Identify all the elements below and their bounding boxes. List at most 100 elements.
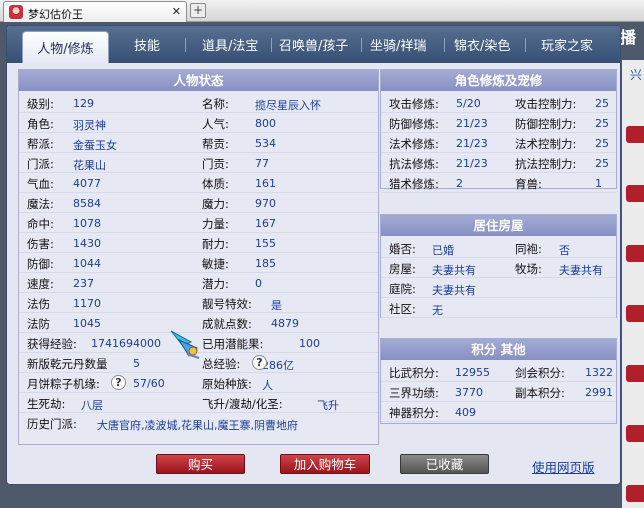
add-to-cart-button[interactable]: 加入购物车 — [280, 454, 370, 474]
cultivation-value: 25 — [595, 137, 609, 150]
browser-tab[interactable]: 梦幻估价王 ✕ — [3, 1, 187, 22]
tab-skills[interactable]: 技能 — [134, 35, 160, 54]
status-label: 新版乾元丹数量 — [27, 357, 108, 371]
cultivation-row: 猎术修炼: 2 育兽: 1 — [381, 173, 616, 193]
points-row: 比武积分: 12955 剑会积分: 1322 — [381, 362, 616, 382]
cultivation-label: 攻击修炼: — [389, 97, 439, 111]
wing-fairy-icon — [170, 330, 200, 359]
status-label: 魔法: — [27, 197, 54, 211]
tab-items[interactable]: 道具/法宝 — [202, 35, 258, 54]
tab-outfits[interactable]: 锦衣/染色 — [454, 35, 510, 54]
status-value: 金蚕玉女 — [73, 139, 117, 152]
points-value: 1322 — [585, 366, 613, 379]
points-label: 剑会积分: — [515, 366, 565, 380]
browser-tab-title: 梦幻估价王 — [28, 8, 83, 21]
status-label: 敏捷: — [202, 257, 229, 271]
house-label: 婚否: — [389, 242, 416, 256]
cultivation-panel: 角色修炼及宠修 攻击修炼: 5/20 攻击控制力: 25 防御修炼: 21/23 防御控制力… — [380, 69, 617, 193]
status-value: 800 — [255, 117, 276, 130]
history-label: 历史门派: — [27, 417, 77, 431]
cultivation-value: 5/20 — [456, 97, 481, 110]
house-value: 夫妻共有 — [559, 264, 603, 277]
house-value: 夫妻共有 — [432, 264, 476, 277]
house-row: 房屋: 夫妻共有 牧场: 夫妻共有 — [381, 258, 616, 278]
background-buy-button[interactable] — [626, 485, 644, 502]
help-icon[interactable]: ? — [252, 355, 267, 370]
collected-button[interactable]: 已收藏 — [400, 454, 489, 474]
status-value: 185 — [255, 257, 276, 270]
status-label: 月饼粽子机缘: — [27, 377, 100, 391]
status-value: 1741694000 — [91, 337, 161, 350]
points-value: 3770 — [455, 386, 483, 399]
cultivation-label: 抗法修炼: — [389, 157, 439, 171]
tab-divider — [185, 38, 186, 52]
help-icon[interactable]: ? — [111, 375, 126, 390]
status-value: 1044 — [73, 257, 101, 270]
cultivation-label: 攻击控制力: — [515, 97, 577, 111]
status-label: 法防 — [27, 317, 50, 331]
background-buy-button[interactable] — [626, 245, 644, 262]
status-row: 防御: 1044 敏捷: 185 — [19, 253, 378, 273]
status-label: 原始种族: — [202, 377, 252, 391]
history-value: 大唐官府,凌波城,花果山,魔王寨,阴曹地府 — [97, 419, 298, 432]
status-row: 生死劫: 八层 飞升/渡劫/化圣: 飞升 — [19, 393, 378, 413]
tab-pets[interactable]: 召唤兽/孩子 — [279, 35, 348, 54]
status-label: 力量: — [202, 217, 229, 231]
status-value: 羽灵神 — [73, 119, 106, 132]
background-buy-button[interactable] — [626, 126, 644, 143]
status-label: 已用潜能果: — [202, 337, 264, 351]
status-label: 成就点数: — [202, 317, 252, 331]
status-value: 1078 — [73, 217, 101, 230]
house-label: 社区: — [389, 302, 416, 316]
status-value: 花果山 — [73, 159, 106, 172]
status-label: 飞升/渡劫/化圣: — [202, 397, 283, 411]
background-buy-button[interactable] — [626, 185, 644, 202]
status-value: 1430 — [73, 237, 101, 250]
status-row: 气血: 4077 体质: 161 — [19, 173, 378, 193]
status-label: 潜力: — [202, 277, 229, 291]
house-value: 夫妻共有 — [432, 284, 476, 297]
status-value: 167 — [255, 217, 276, 230]
status-value: 8584 — [73, 197, 101, 210]
house-value: 已婚 — [432, 244, 454, 257]
cultivation-label: 法术修炼: — [389, 137, 439, 151]
web-version-link[interactable]: 使用网页版 — [532, 457, 595, 476]
tab-player-home[interactable]: 玩家之家 — [541, 35, 593, 54]
status-value: 970 — [255, 197, 276, 210]
buy-button[interactable]: 购买 — [156, 454, 245, 474]
house-title: 居住房屋 — [381, 215, 616, 236]
close-tab-icon[interactable]: ✕ — [172, 5, 181, 18]
house-row: 婚否: 已婚 同袍: 否 — [381, 238, 616, 258]
house-value: 否 — [559, 244, 570, 257]
cultivation-value: 25 — [595, 117, 609, 130]
status-label: 人气: — [202, 117, 229, 131]
points-title: 积分 其他 — [381, 339, 616, 360]
points-value: 409 — [455, 406, 476, 419]
background-buy-button[interactable] — [626, 365, 644, 382]
status-row: 伤害: 1430 耐力: 155 — [19, 233, 378, 253]
status-value: 237 — [73, 277, 94, 290]
points-label: 比武积分: — [389, 366, 439, 380]
status-label: 魔力: — [202, 197, 229, 211]
cultivation-label: 防御控制力: — [515, 117, 577, 131]
background-buy-button[interactable] — [626, 425, 644, 442]
background-buy-button[interactable] — [626, 305, 644, 322]
status-row: 月饼粽子机缘: 57/60? 原始种族: 人 — [19, 373, 378, 393]
status-label: 级别: — [27, 97, 54, 111]
tab-character[interactable]: 人物/修炼 — [22, 31, 109, 63]
status-value: 534 — [255, 137, 276, 150]
status-label: 气血: — [27, 177, 54, 191]
status-value: 人 — [262, 379, 273, 392]
status-value: 飞升 — [317, 399, 339, 412]
character-status-title: 人物状态 — [19, 70, 378, 91]
status-value: 4077 — [73, 177, 101, 190]
character-status-panel: 人物状态 级别: 129 名称: 揽尽星辰入怀 角色: 羽灵神 人气: 800 帮派: 金蚕玉女帮… — [18, 69, 379, 445]
history-row: 历史门派: 大唐官府,凌波城,花果山,魔王寨,阴曹地府 — [19, 413, 378, 433]
status-value: 77 — [255, 157, 269, 170]
points-value: 2991 — [585, 386, 613, 399]
new-tab-button[interactable]: + — [190, 3, 206, 18]
status-label: 靓号特效: — [202, 297, 252, 311]
status-label: 防御: — [27, 257, 54, 271]
status-value: 100 — [299, 337, 320, 350]
tab-mounts[interactable]: 坐骑/祥瑞 — [370, 35, 426, 54]
